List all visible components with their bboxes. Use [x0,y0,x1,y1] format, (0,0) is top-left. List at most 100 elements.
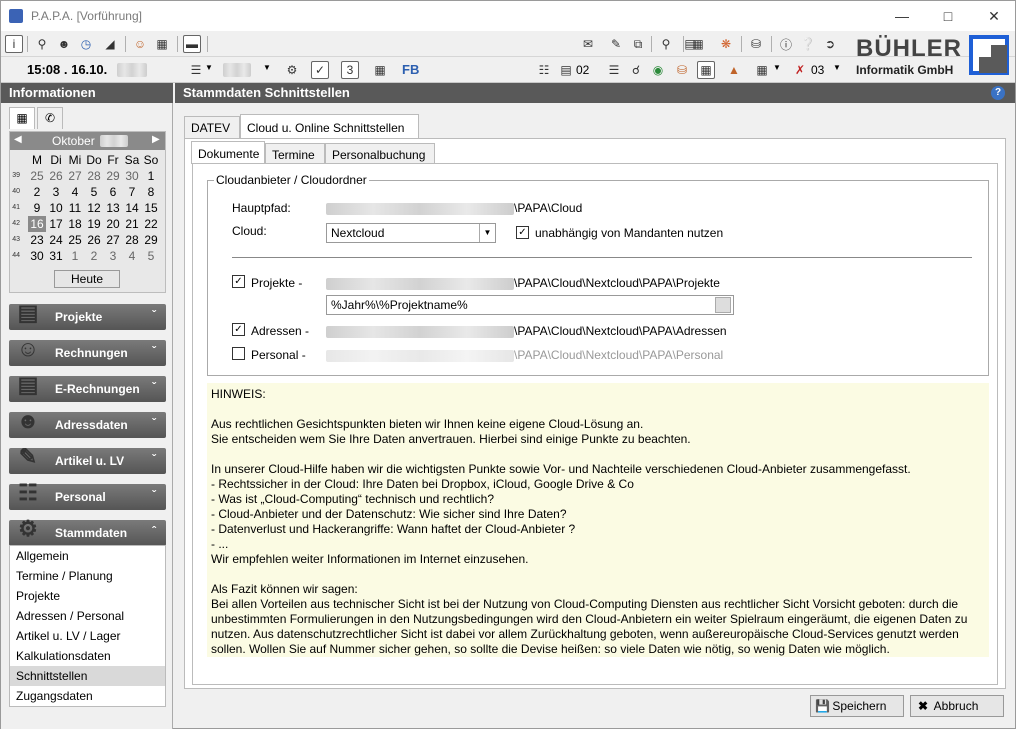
calculator-icon[interactable]: ▦ [153,35,171,53]
dropdown-arrow-icon[interactable]: ▼ [205,63,213,72]
submenu-item[interactable]: Kalkulationsdaten [10,646,165,666]
calendar-3-icon[interactable]: 3 [341,61,359,79]
person-search-icon[interactable]: ⚲ [33,35,51,53]
calendar-day[interactable]: 5 [142,248,160,264]
gear-clock-icon[interactable]: ⚙ [283,61,301,79]
clock-icon[interactable]: ◷ [77,35,95,53]
help-icon[interactable]: ? [991,86,1005,100]
calendar-day[interactable]: 24 [47,232,65,248]
calendar-day[interactable]: 21 [123,216,141,232]
calendar-day[interactable]: 29 [104,168,122,184]
calendar-day[interactable]: 26 [85,232,103,248]
calendar-day[interactable]: 13 [104,200,122,216]
calendar-day[interactable]: 12 [85,200,103,216]
submenu-item[interactable]: Adressen / Personal [10,606,165,626]
calendar-day[interactable]: 3 [104,248,122,264]
mail-icon[interactable]: ✉ [579,35,597,53]
calendar-day[interactable]: 19 [85,216,103,232]
copy-icon[interactable]: ⧉ [629,35,647,53]
dropdown-arrow-icon[interactable]: ▼ [833,63,841,72]
fb-label[interactable]: FB [402,62,419,77]
info-icon[interactable]: i [5,35,23,53]
calendar-day[interactable]: 6 [104,184,122,200]
globe-icon[interactable]: ◉ [649,61,667,79]
calendar-day[interactable]: 5 [85,184,103,200]
dropdown-arrow-icon[interactable]: ▼ [773,63,781,72]
books-icon[interactable]: ☰ [187,61,205,79]
calculator2-icon[interactable]: ▦ [689,35,707,53]
calendar-day[interactable]: 10 [47,200,65,216]
help-icon[interactable]: ❔ [799,35,817,53]
calendar-day[interactable]: 28 [123,232,141,248]
calendar-day[interactable]: 3 [47,184,65,200]
calendar-day[interactable]: 11 [66,200,84,216]
chart-icon[interactable]: ▲ [725,61,743,79]
calendar-month[interactable]: Oktober [52,134,95,148]
calendar-day[interactable]: 27 [104,232,122,248]
nav-adressdaten-button[interactable]: ☻ Adressdaten ˇ [9,408,166,438]
subtab-termine[interactable]: Termine [265,143,325,165]
submenu-item[interactable]: Artikel u. LV / Lager [10,626,165,646]
barcode-icon[interactable]: ☷ [535,61,553,79]
calendar-day[interactable]: 15 [142,200,160,216]
stack-icon[interactable]: ⛁ [673,61,691,79]
personal-checkbox[interactable] [232,347,245,360]
list-tree-icon[interactable]: ☰ [605,61,623,79]
nav-stammdaten-button[interactable]: ⚙ Stammdaten ˆ [9,516,166,546]
submenu-item[interactable]: Schnittstellen [10,666,165,686]
counter-box-icon[interactable]: ▦ [697,61,715,79]
calendar-day[interactable]: 30 [123,168,141,184]
cloud-select[interactable]: Nextcloud ▼ [326,223,496,243]
calendar-day[interactable]: 8 [142,184,160,200]
next-month-icon[interactable]: ▶ [152,134,160,145]
calendar-day[interactable]: 30 [28,248,46,264]
minimize-button[interactable]: — [879,1,925,31]
submenu-item[interactable]: Zugangsdaten [10,686,165,706]
person-icon[interactable]: ☻ [55,35,73,53]
subtab-personalbuchung[interactable]: Personalbuchung [325,143,435,165]
submenu-item[interactable]: Projekte [10,586,165,606]
calendar-day[interactable]: 25 [28,168,46,184]
clipboard-check-icon[interactable]: ✓ [311,61,329,79]
calendar-day[interactable]: 17 [47,216,65,232]
calendar-x-icon[interactable]: ✗ [791,61,809,79]
independent-checkbox[interactable]: ✓ [516,226,529,239]
submenu-item[interactable]: Termine / Planung [10,566,165,586]
calendar-day[interactable]: 2 [85,248,103,264]
people-icon[interactable]: ☺ [131,35,149,53]
today-button[interactable]: Heute [54,270,120,288]
grid-icon[interactable]: ▦ [371,61,389,79]
nav-artikel-button[interactable]: ✎ Artikel u. LV ˇ [9,444,166,474]
search-icon[interactable]: ⚲ [657,35,675,53]
calendar-day[interactable]: 23 [28,232,46,248]
calendar-day[interactable]: 2 [28,184,46,200]
table-icon[interactable]: ▦ [753,61,771,79]
nav-projekte-button[interactable]: ▤ Projekte ˇ [9,300,166,330]
calendar-day[interactable]: 7 [123,184,141,200]
nav-rechnungen-button[interactable]: ☺ Rechnungen ˇ [9,336,166,366]
calendar-day[interactable]: 26 [47,168,65,184]
submenu-item[interactable]: Allgemein [10,546,165,566]
calendar-day[interactable]: 14 [123,200,141,216]
tab-datev[interactable]: DATEV [184,116,240,138]
database-icon[interactable]: ⛁ [747,35,765,53]
close-button[interactable]: ✕ [971,1,1016,31]
calendar-day[interactable]: 29 [142,232,160,248]
calendar-day[interactable]: 4 [123,248,141,264]
clipboard-icon[interactable]: ▤ [557,61,575,79]
calendar-day[interactable]: 27 [66,168,84,184]
calendar-day[interactable]: 22 [142,216,160,232]
ruler-icon[interactable]: ◢ [101,35,119,53]
calendar-day[interactable]: 4 [66,184,84,200]
calendar-day[interactable]: 25 [66,232,84,248]
prev-month-icon[interactable]: ◀ [14,134,22,145]
projekte-pattern-input[interactable]: %Jahr%\%Projektname% [326,295,734,315]
keyboard-icon[interactable]: ▬ [183,35,201,53]
calendar-day[interactable]: 28 [85,168,103,184]
about-icon[interactable]: ⓘ [777,35,795,53]
calendar-day[interactable]: 1 [66,248,84,264]
adressen-checkbox[interactable]: ✓ [232,323,245,336]
projekte-path[interactable]: \PAPA\Cloud\Nextcloud\PAPA\Projekte [514,276,720,290]
adressen-path[interactable]: \PAPA\Cloud\Nextcloud\PAPA\Adressen [514,324,727,338]
calendar-day[interactable]: 31 [47,248,65,264]
